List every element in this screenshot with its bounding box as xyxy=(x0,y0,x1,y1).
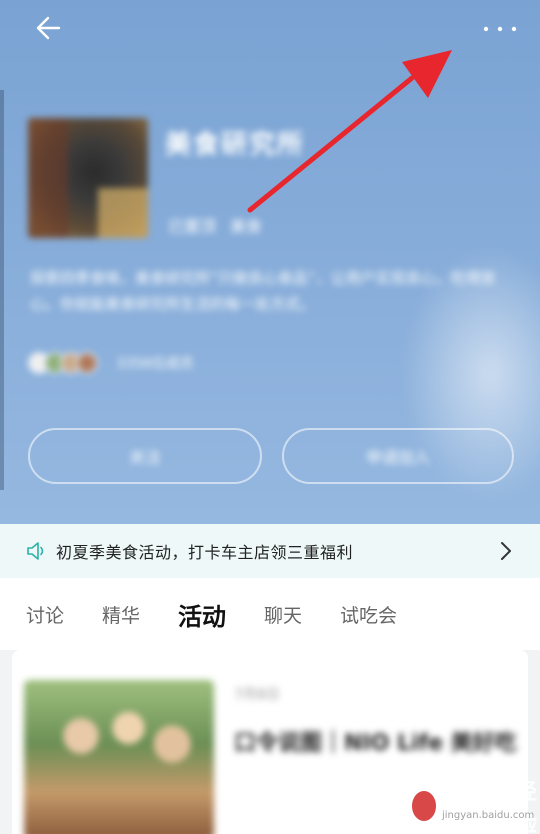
activity-title: 口令说图｜NIO Life 美好吃 xyxy=(234,731,517,756)
member-avatars xyxy=(28,352,98,374)
group-cover-image xyxy=(28,118,148,238)
group-header: 美食研究所 已置顶 美食 探索四季食味，美食研究所“只做良心食品”，让用户实现良… xyxy=(0,0,540,524)
join-button-label: 申请加入 xyxy=(365,448,430,467)
activity-image xyxy=(24,680,214,834)
chevron-right-icon xyxy=(501,542,511,560)
join-button[interactable]: 申请加入 xyxy=(282,428,514,484)
speaker-icon xyxy=(26,540,48,562)
member-summary[interactable]: 3356位成员 xyxy=(28,352,194,374)
avatar xyxy=(76,352,98,374)
announcement-bar[interactable]: 初夏季美食活动，打卡车主店领三重福利 xyxy=(0,524,540,578)
tab-chat[interactable]: 聊天 xyxy=(264,601,302,628)
more-horizontal-icon xyxy=(483,26,517,32)
more-button[interactable] xyxy=(476,14,524,44)
activity-date: 7月8日 xyxy=(234,687,280,703)
section-tabs: 讨论 精华 活动 聊天 试吃会 xyxy=(0,578,540,650)
watermark-url: jingyan.baidu.com xyxy=(442,810,535,821)
tab-featured[interactable]: 精华 xyxy=(102,601,140,628)
group-meta: 已置顶 美食 xyxy=(168,213,262,237)
group-description: 探索四季食味，美食研究所“只做良心食品”，让用户实现良心，吃得放心。你就能美食研… xyxy=(30,269,496,313)
tab-discussion[interactable]: 讨论 xyxy=(26,601,64,628)
arrow-left-icon xyxy=(36,16,61,40)
follow-button[interactable]: 关注 xyxy=(28,428,262,484)
follow-button-label: 关注 xyxy=(128,448,161,467)
group-meta-tag: 美食 xyxy=(230,217,263,236)
back-button[interactable] xyxy=(30,10,66,46)
baidu-watermark: Baidu 经验 jingyan.baidu.com xyxy=(412,774,540,834)
group-name: 美食研究所 xyxy=(165,130,306,160)
baidu-paw-icon xyxy=(412,791,437,821)
header-edge-shadow xyxy=(0,90,4,490)
announcement-text: 初夏季美食活动，打卡车主店领三重福利 xyxy=(56,543,354,562)
tab-tasting[interactable]: 试吃会 xyxy=(340,601,397,628)
member-count: 3356位成员 xyxy=(116,356,194,372)
tab-activities[interactable]: 活动 xyxy=(178,597,226,632)
group-meta-tag: 已置顶 xyxy=(168,217,217,236)
watermark-suffix: 经验 xyxy=(514,780,537,834)
